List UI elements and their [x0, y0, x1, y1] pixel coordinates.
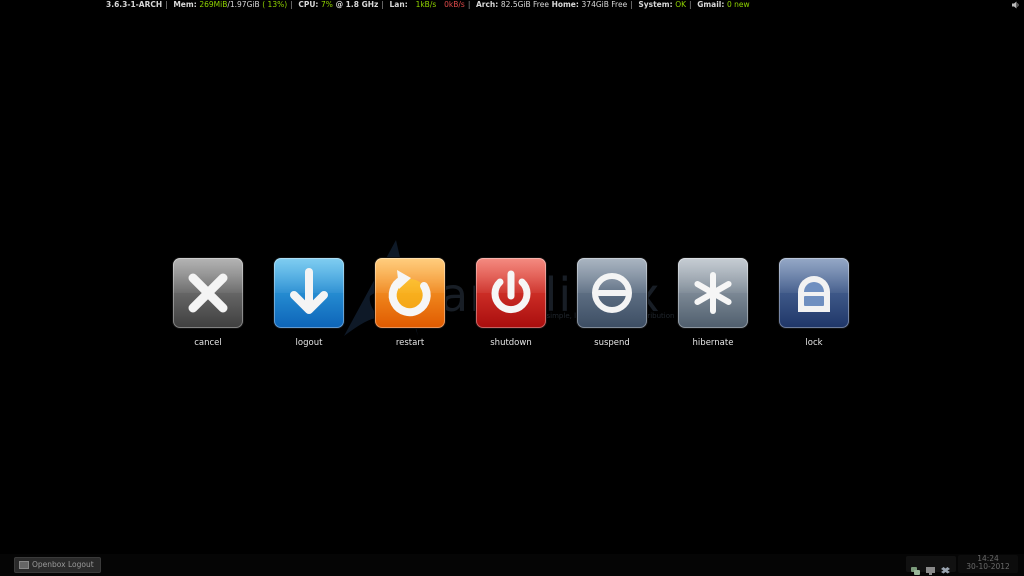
taskbar-item-label: Openbox Logout	[32, 560, 94, 569]
dropbox-icon[interactable]	[941, 560, 950, 574]
lock-icon	[798, 276, 830, 312]
mem-used: 269MiB	[199, 0, 228, 9]
gmail-status: 0 new	[727, 0, 750, 9]
suspend-label: suspend	[594, 338, 630, 348]
shutdown-icon	[491, 270, 531, 314]
window-icon	[19, 561, 29, 569]
system-tray	[906, 556, 956, 575]
hibernate-label: hibernate	[692, 338, 734, 348]
clock[interactable]: 14:24 30-10-2012	[958, 555, 1018, 573]
network-icon[interactable]	[926, 560, 935, 575]
lan-down: 1kB/s	[415, 0, 437, 9]
gmail-label: Gmail:	[697, 0, 725, 9]
suspend-icon	[592, 273, 632, 313]
logout-icon	[290, 268, 328, 314]
cancel-button[interactable]: cancel	[172, 258, 244, 348]
lan-up: 0kB/s	[444, 0, 465, 9]
logout-label: logout	[295, 338, 323, 348]
cpu-percent: 7%	[321, 0, 333, 9]
mem-percent: ( 13%)	[262, 0, 288, 9]
restart-button[interactable]: restart	[374, 258, 446, 348]
lock-button[interactable]: lock	[778, 258, 850, 348]
arch-free: 82.5GiB Free	[500, 0, 549, 9]
restart-label: restart	[395, 338, 425, 348]
taskbar: Openbox Logout 14:24 30-10-2012	[0, 554, 1024, 576]
chat-icon[interactable]	[911, 560, 920, 575]
desktop: 3.6.3-1-ARCH | Mem: 269MiB/1.97GiB ( 13%)…	[0, 0, 1024, 576]
cancel-icon	[188, 273, 228, 313]
system-label: System:	[638, 0, 673, 9]
cpu-label: CPU:	[298, 0, 319, 9]
arch-label: Arch:	[475, 0, 499, 9]
cpu-freq: @ 1.8 GHz	[335, 0, 379, 9]
cancel-label: cancel	[194, 338, 222, 348]
hibernate-button[interactable]: hibernate	[677, 258, 749, 348]
mem-label: Mem:	[173, 0, 197, 9]
logout-button[interactable]: logout	[273, 258, 345, 348]
home-label: Home:	[551, 0, 579, 9]
lan-label: Lan:	[389, 0, 408, 9]
volume-icon[interactable]	[1012, 1, 1020, 9]
restart-icon	[388, 270, 431, 317]
home-free: 374GiB Free	[581, 0, 628, 9]
logout-buttons: cancel logout restart shutdown suspend h…	[172, 258, 850, 348]
clock-date: 30-10-2012	[966, 562, 1010, 571]
kernel-version: 3.6.3-1-ARCH	[106, 0, 163, 9]
lock-label: lock	[805, 338, 823, 348]
system-status: OK	[675, 0, 687, 9]
taskbar-item-openbox-logout[interactable]: Openbox Logout	[14, 557, 101, 573]
shutdown-label: shutdown	[490, 338, 532, 348]
hibernate-icon	[694, 272, 732, 314]
suspend-button[interactable]: suspend	[576, 258, 648, 348]
mem-total: /1.97GiB	[227, 0, 260, 9]
shutdown-button[interactable]: shutdown	[475, 258, 547, 348]
system-status-bar: 3.6.3-1-ARCH | Mem: 269MiB/1.97GiB ( 13%)…	[106, 0, 750, 9]
